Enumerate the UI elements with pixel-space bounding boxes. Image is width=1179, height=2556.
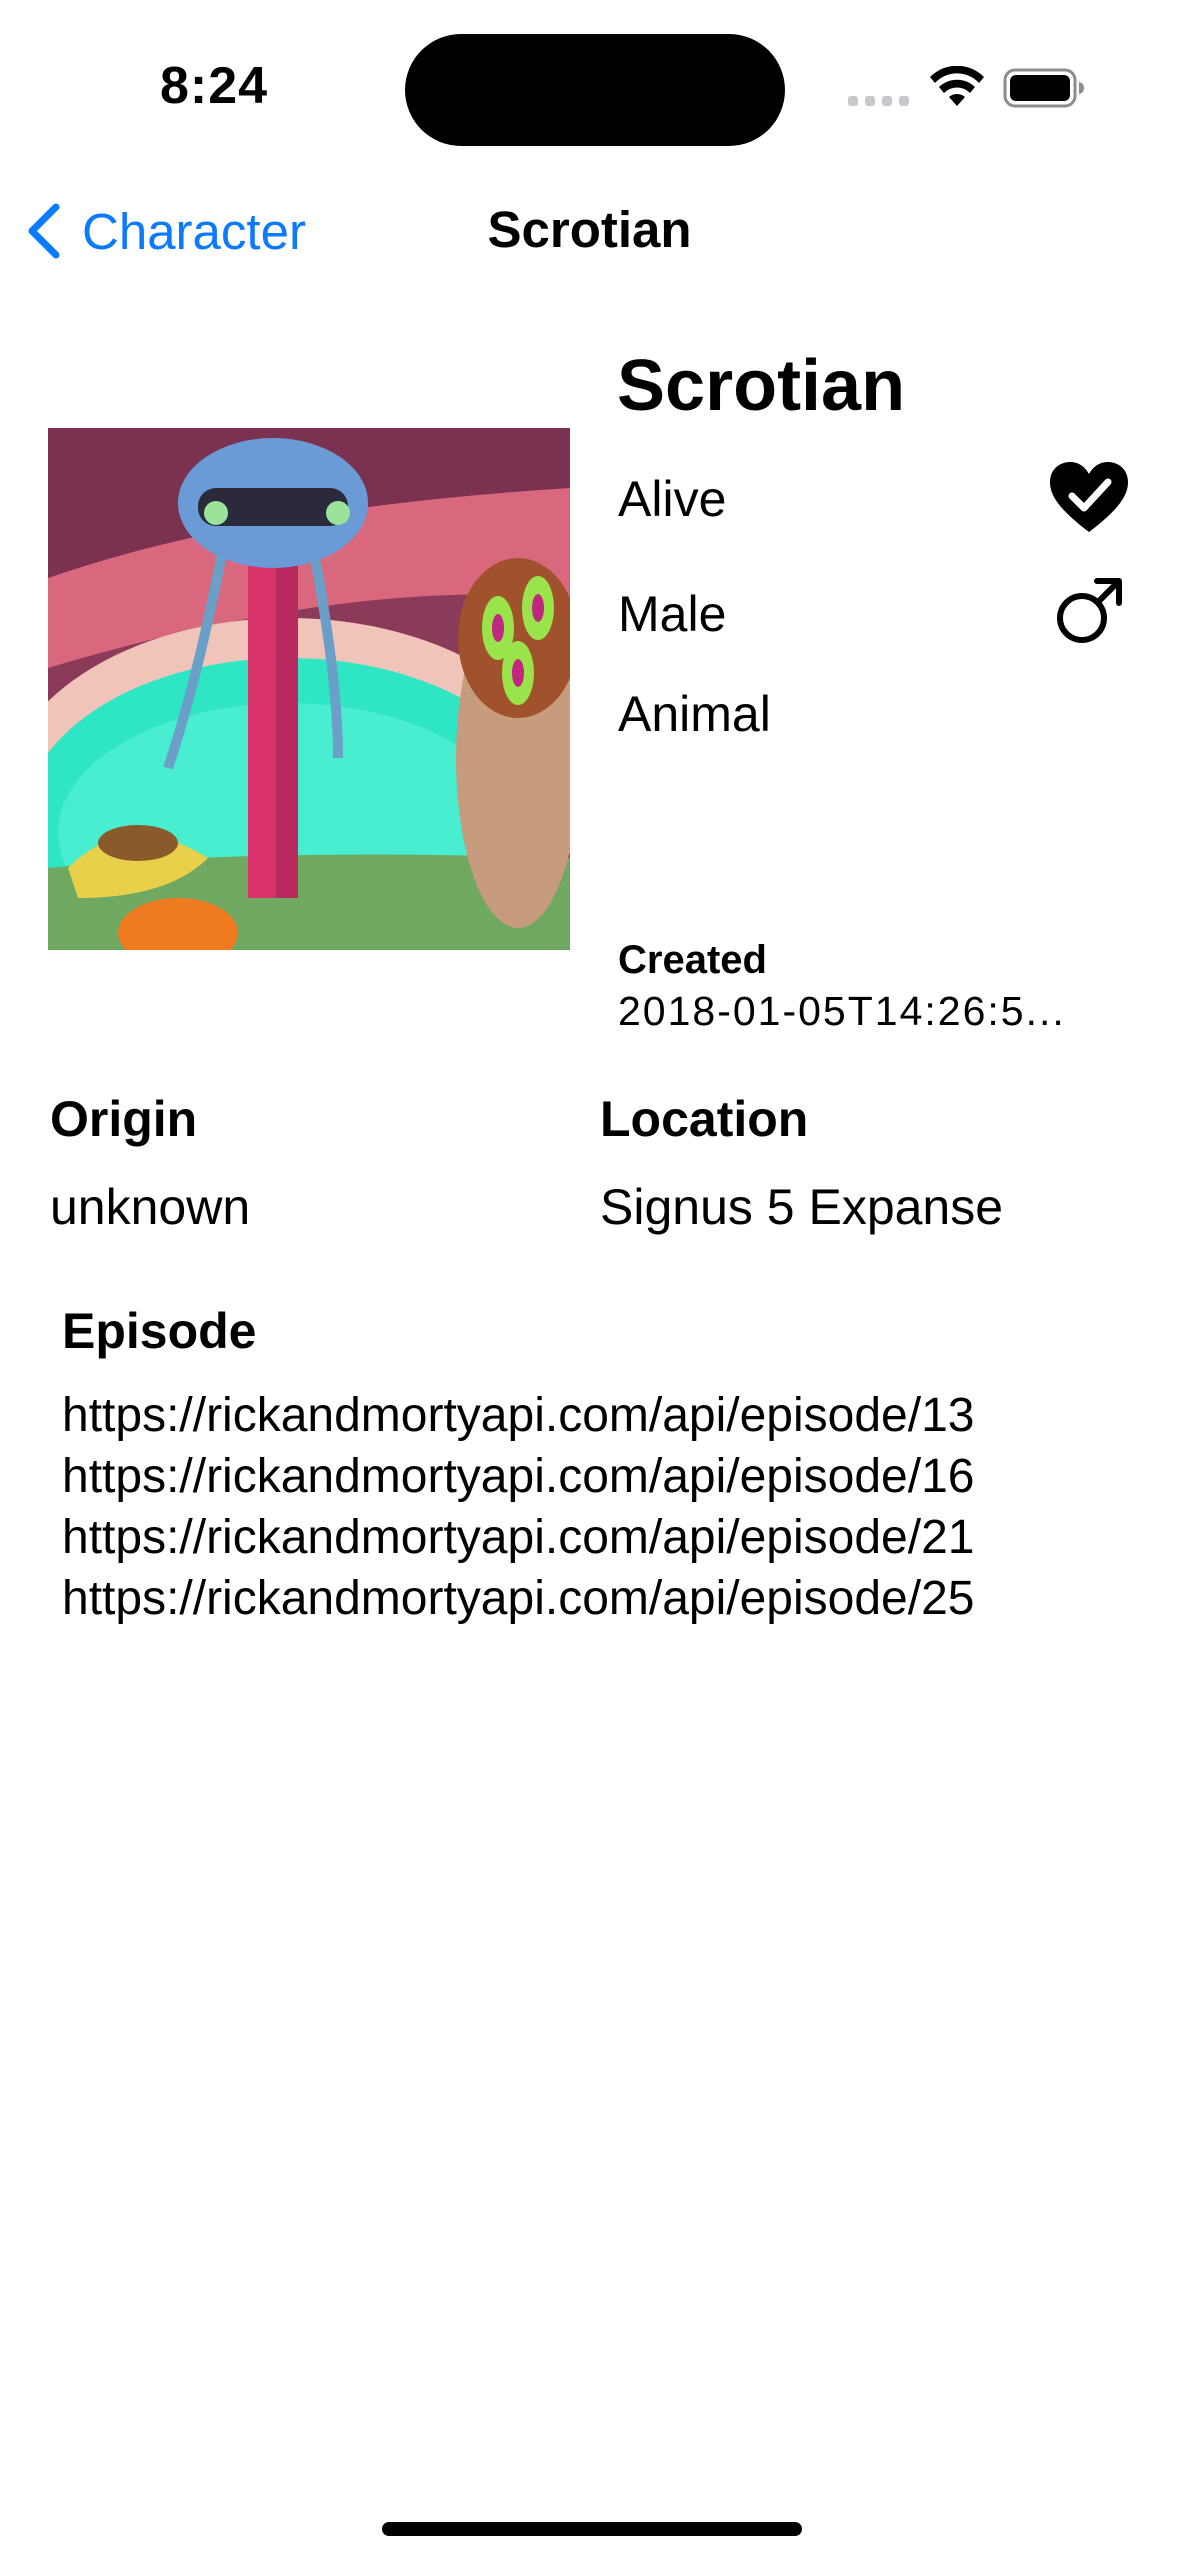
- created-value: 2018-01-05T14:26:5...: [618, 988, 1066, 1034]
- location-label: Location: [600, 1091, 809, 1147]
- heart-checkmark-icon: [1050, 462, 1128, 532]
- character-image: [48, 428, 570, 950]
- created-label: Created: [618, 938, 767, 982]
- episode-link[interactable]: https://rickandmortyapi.com/api/episode/…: [62, 1507, 974, 1568]
- status-bar-time: 8:24: [160, 57, 269, 115]
- dynamic-island: [405, 34, 785, 146]
- cellular-signal-icon: [848, 96, 910, 108]
- home-indicator[interactable]: [382, 2522, 802, 2536]
- episode-link[interactable]: https://rickandmortyapi.com/api/episode/…: [62, 1385, 974, 1446]
- location-value: Signus 5 Expanse: [600, 1179, 1004, 1235]
- status-text: Alive: [618, 471, 727, 527]
- battery-icon: [1003, 68, 1084, 108]
- episode-list: https://rickandmortyapi.com/api/episode/…: [62, 1385, 974, 1629]
- species-text: Animal: [618, 686, 771, 742]
- origin-value: unknown: [50, 1179, 251, 1235]
- origin-label: Origin: [50, 1091, 198, 1147]
- male-symbol-icon: [1057, 578, 1122, 643]
- character-name: Scrotian: [617, 346, 906, 426]
- nav-title: Scrotian: [487, 201, 692, 258]
- episode-label: Episode: [62, 1303, 257, 1359]
- gender-text: Male: [618, 586, 727, 642]
- episode-link[interactable]: https://rickandmortyapi.com/api/episode/…: [62, 1446, 974, 1507]
- wifi-icon: [930, 66, 984, 106]
- episode-link[interactable]: https://rickandmortyapi.com/api/episode/…: [62, 1568, 974, 1629]
